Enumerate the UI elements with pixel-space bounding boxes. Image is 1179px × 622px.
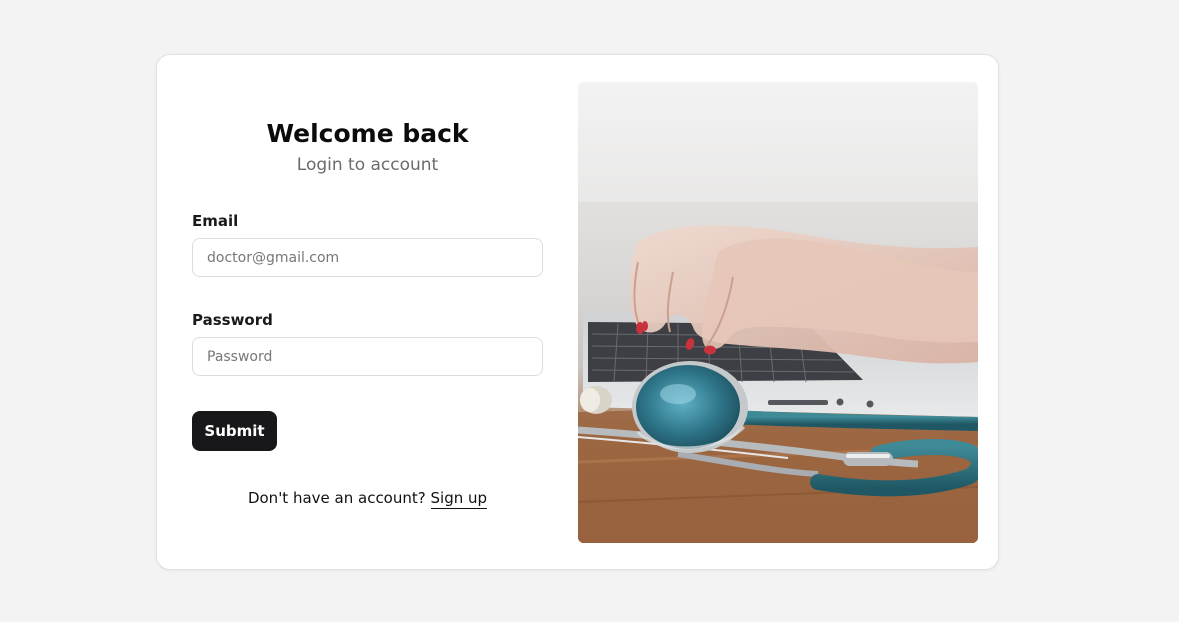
signup-link[interactable]: Sign up [430,489,488,509]
hero-image [578,82,978,543]
signup-row: Don't have an account? Sign up [192,489,543,509]
login-form: Welcome back Login to account Email Pass… [192,55,543,569]
page-subtitle: Login to account [296,155,439,175]
email-field[interactable] [192,238,543,277]
email-label: Email [192,212,239,230]
submit-button[interactable]: Submit [192,411,277,451]
signup-prompt: Don't have an account? [247,489,426,507]
page-title: Welcome back [266,119,469,148]
password-label: Password [192,311,273,329]
password-field[interactable] [192,337,543,376]
login-card: Welcome back Login to account Email Pass… [156,54,999,570]
doctor-laptop-stethoscope-illustration [578,82,978,543]
